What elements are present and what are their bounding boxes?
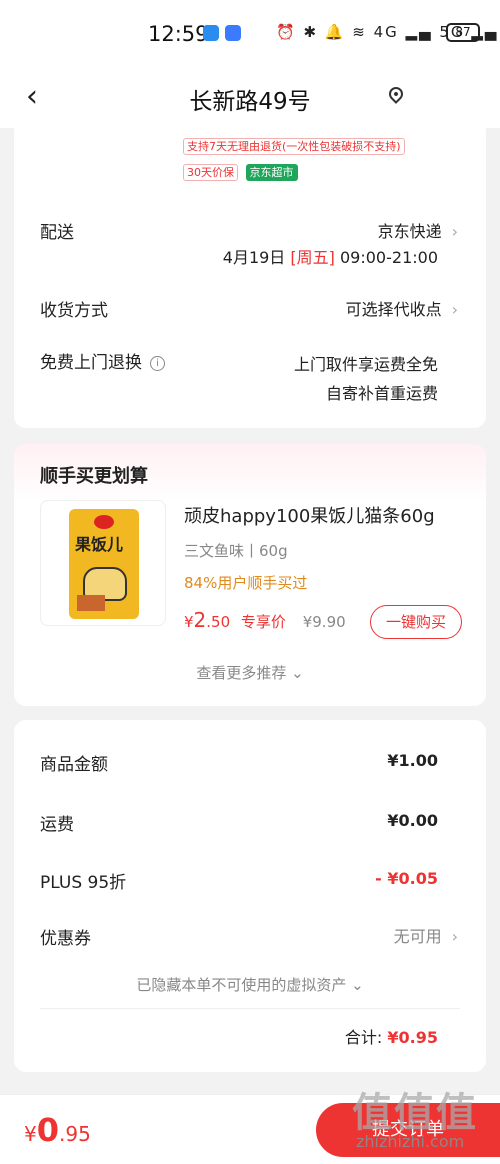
receive-method[interactable]: 可选择代收点 › (346, 296, 458, 320)
goods-amount-label: 商品金额 (40, 755, 108, 775)
goods-amount-value: ¥1.00 (387, 751, 438, 770)
product-name[interactable]: 顽皮happy100果饭儿猫条60g (184, 502, 435, 528)
shipping-method[interactable]: 京东快递 › (378, 218, 458, 242)
order-total: 合计: ¥0.95 (345, 1024, 438, 1048)
delivery-weekday: [周五] (290, 248, 335, 267)
divider (40, 1008, 460, 1009)
delivery-time-range: 09:00-21:00 (340, 248, 438, 267)
price-protect-tag-row: 30天价保 京东超市 (183, 164, 298, 181)
receive-method-label: 收货方式 (40, 301, 108, 321)
app-notification-icon (203, 25, 219, 41)
one-click-buy-button[interactable]: 一键购买 (370, 605, 462, 639)
delivery-address-title[interactable]: 长新路49号 (0, 82, 500, 116)
plus-discount-value: - ¥0.05 (375, 869, 438, 888)
product-price: ¥2.50 专享价 ¥9.90 (184, 608, 346, 632)
delivery-time[interactable]: 4月19日 [周五] 09:00-21:00 (223, 244, 438, 268)
view-more-recommend[interactable]: 查看更多推荐 ⌄ (14, 662, 486, 683)
free-return-label-wrap: 免费上门退换 i (40, 348, 165, 373)
price-decimal: .50 (206, 613, 231, 631)
food-illustration-icon (77, 595, 105, 611)
chevron-right-icon: › (451, 222, 458, 241)
status-bar: 12:59 ⏰ ✱ 🔔 ≋ 4G ▂▄ 5G ▂▄ 87 (0, 0, 500, 66)
cat-snack-package-image: 果饭儿 (69, 509, 139, 619)
recommend-title: 顺手买更划算 (40, 466, 148, 487)
watermark-url: zhizhizhi.com (356, 1132, 465, 1151)
hidden-virtual-assets-toggle[interactable]: 已隐藏本单不可使用的虚拟资产 ⌄ (14, 974, 486, 995)
price-symbol: ¥ (184, 613, 194, 631)
coupon-value: 无可用 (393, 927, 442, 946)
shipping-label: 配送 (40, 223, 74, 243)
product-image[interactable]: 果饭儿 (40, 500, 166, 626)
brand-logo-icon (94, 515, 114, 529)
app-notification-icon-2 (225, 25, 241, 41)
total-value: ¥0.95 (387, 1028, 438, 1047)
page-header: ‹ 长新路49号 (0, 66, 500, 128)
recommend-card: 顺手买更划算 果饭儿 顽皮happy100果饭儿猫条60g 三文鱼味丨60g 8… (14, 444, 486, 706)
receive-method-value: 可选择代收点 (345, 300, 442, 319)
return-policy-tag: 支持7天无理由退货(一次性包装破损不支持) (183, 138, 405, 155)
product-buy-note: 84%用户顺手买过 (184, 574, 308, 592)
delivery-card: 支持7天无理由退货(一次性包装破损不支持) 30天价保 京东超市 配送 京东快递… (14, 120, 486, 428)
plus-discount-label: PLUS 95折 (40, 873, 127, 893)
exclusive-price-tag: 专享价 (240, 613, 286, 631)
freight-value: ¥0.00 (387, 811, 438, 830)
coupon-label: 优惠券 (40, 929, 91, 949)
delivery-date: 4月19日 (222, 248, 286, 267)
original-price: ¥9.90 (302, 613, 346, 631)
free-return-label: 免费上门退换 (40, 353, 142, 373)
freight-label: 运费 (40, 815, 74, 835)
chevron-right-icon: › (451, 300, 458, 319)
payable-integer: 0 (36, 1111, 59, 1149)
price-protect-tag: 30天价保 (183, 164, 238, 181)
chevron-right-icon: › (451, 927, 458, 946)
jd-supermarket-tag: 京东超市 (245, 164, 298, 181)
total-label: 合计: (344, 1028, 383, 1047)
free-return-line2: 自寄补首重运费 (325, 384, 438, 403)
battery-icon: 87 (446, 23, 480, 42)
site-watermark: 值值值 zhizhizhi.com (352, 1080, 498, 1160)
return-policy-tag-row: 支持7天无理由退货(一次性包装破损不支持) (183, 138, 405, 155)
order-summary-card: 商品金额 ¥1.00 运费 ¥0.00 PLUS 95折 - ¥0.05 优惠券… (14, 720, 486, 1072)
shipping-value: 京东快递 (377, 222, 442, 241)
payable-decimal: .95 (59, 1122, 91, 1146)
product-spec: 三文鱼味丨60g (184, 542, 288, 560)
status-time: 12:59 (148, 22, 209, 46)
free-return-line1: 上门取件享运费全免 (293, 355, 438, 374)
coupon-selector[interactable]: 无可用 › (394, 923, 458, 947)
watermark-logo-text: 值值值 (352, 1090, 478, 1136)
price-integer: 2 (193, 608, 207, 632)
free-return-details: 上门取件享运费全免 自寄补首重运费 (294, 350, 438, 408)
package-brand-text: 果饭儿 (75, 535, 124, 554)
info-icon[interactable]: i (150, 356, 165, 371)
payable-currency: ¥ (24, 1122, 37, 1146)
payable-amount: ¥0.95 (24, 1111, 91, 1149)
